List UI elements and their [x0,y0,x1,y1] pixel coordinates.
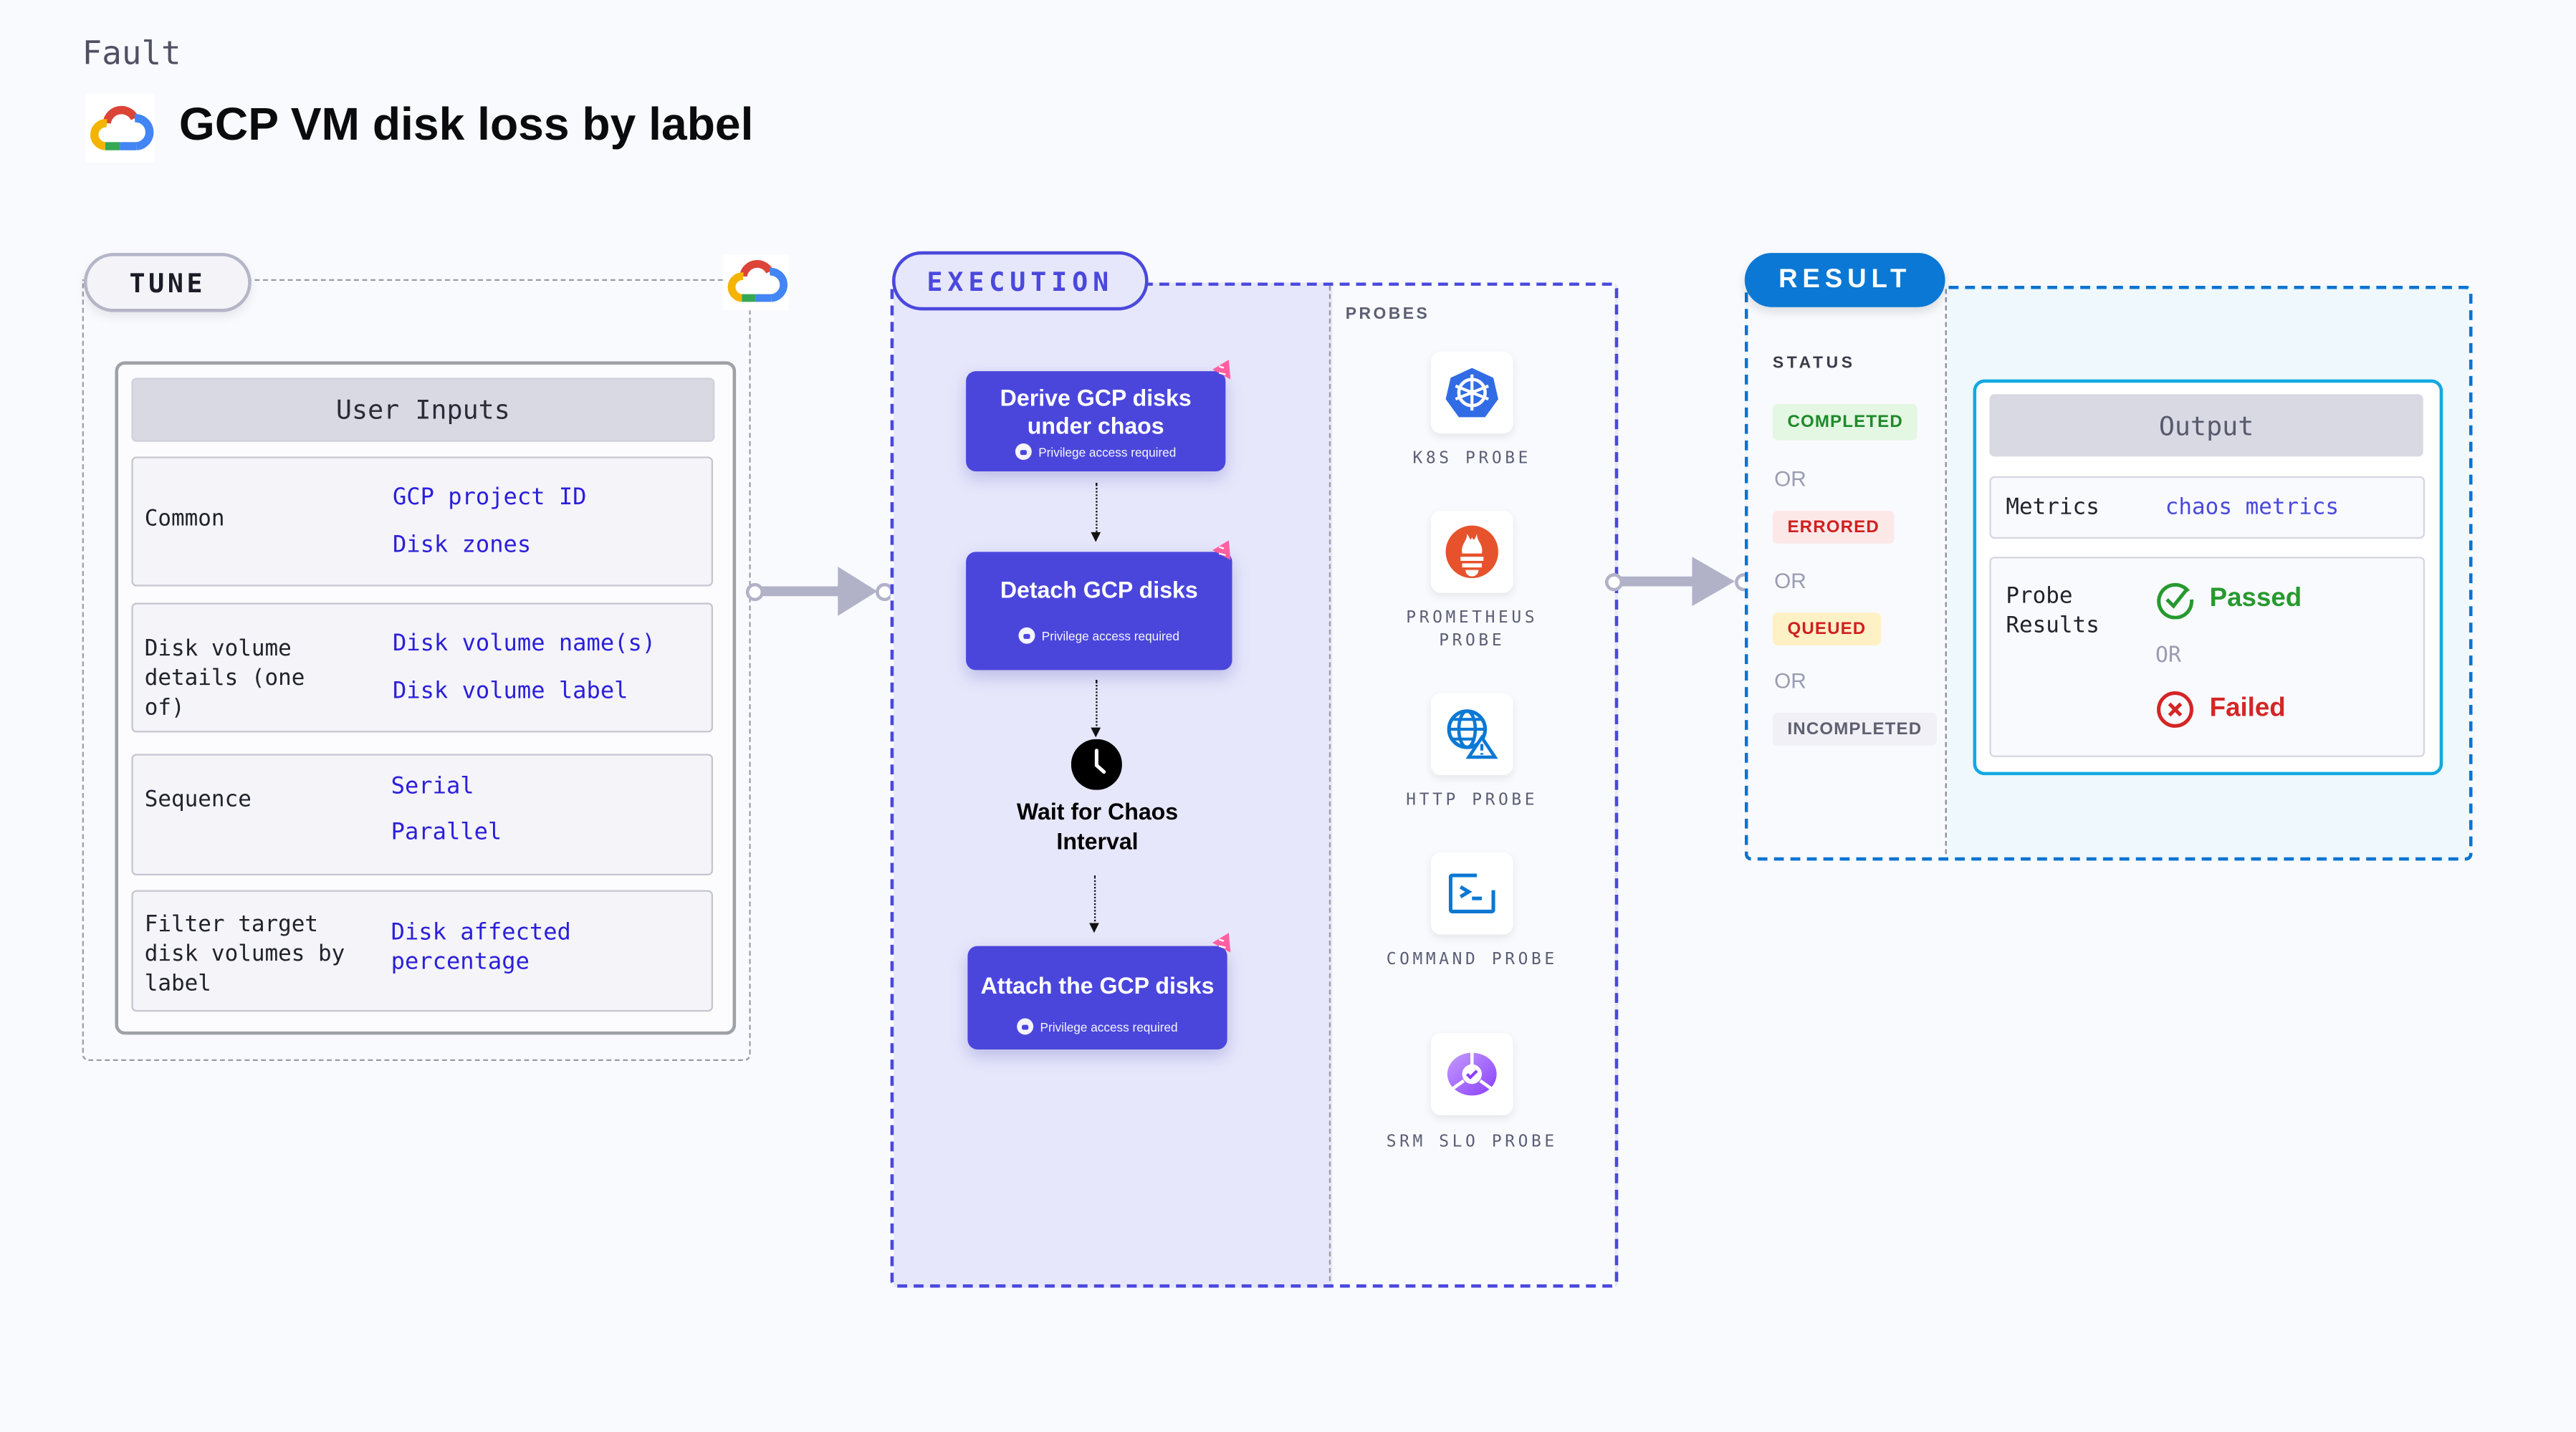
gcp-cloud-icon [722,254,789,311]
result-divider [1945,289,1947,855]
probes-divider [1328,285,1331,1282]
flow-dotted-line [1096,680,1098,729]
input-row-label: Disk volume details (one of) [144,635,305,721]
input-value[interactable]: Parallel [391,820,502,846]
tune-tab[interactable]: TUNE [83,253,252,312]
status-queued-badge: QUEUED [1772,612,1881,646]
probe-label: SRM SLO PROBE [1386,1133,1558,1152]
step-title: Detach GCP disks [1000,576,1198,603]
passed-label: Passed [2209,585,2302,613]
arrow-down-icon [1089,923,1099,933]
step-title: Attach the GCP disks [980,972,1215,999]
probe-label: COMMAND PROBE [1386,951,1558,969]
input-value[interactable]: Disk volume label [393,678,628,705]
k8s-probe-card[interactable] [1430,351,1513,434]
step-derive-disks[interactable]: Derive GCP disks under chaos Privilege a… [966,371,1226,472]
input-row-label: Common [144,506,225,532]
metrics-row: Metrics chaos metrics [1989,476,2426,539]
output-title: Output [1989,394,2423,457]
status-incompleted-badge: INCOMPLETED [1772,713,1937,746]
prometheus-probe-card[interactable] [1430,511,1513,593]
flow-connector [755,586,846,597]
terminal-icon [1448,873,1495,913]
or-label: OR [1774,568,1806,593]
metrics-label: Metrics [2006,494,2099,521]
arrow-right-icon [1692,557,1735,607]
prometheus-icon [1445,525,1498,579]
connector-node [1604,573,1624,592]
connector-node [745,582,765,602]
slo-icon [1447,1052,1497,1096]
page-title: GCP VM disk loss by label [178,98,754,150]
or-label: OR [1774,668,1806,693]
wait-chaos-interval-label: Wait for Chaos Interval [1016,798,1179,855]
step-detach-disks[interactable]: Detach GCP disks Privilege access requir… [966,552,1232,671]
flow-dotted-line [1093,875,1096,925]
flow-dotted-line [1096,483,1098,532]
status-completed-badge: COMPLETED [1772,404,1918,441]
lock-icon [1015,443,1033,460]
step-attach-disks[interactable]: Attach the GCP disks Privilege access re… [967,946,1227,1050]
input-row-common: Common GCP project ID Disk zones [131,456,714,587]
kubernetes-icon [1445,367,1498,418]
input-row-label: Sequence [144,787,252,813]
chaos-badge-icon [1212,540,1231,560]
status-errored-badge: ERRORED [1772,511,1895,544]
status-heading: STATUS [1772,355,1856,373]
input-value[interactable]: Disk volume name(s) [393,630,656,657]
input-row-filter: Filter target disk volumes by label Disk… [131,890,714,1012]
lock-icon [1018,627,1035,644]
category-label: Fault [82,32,181,72]
privilege-note: Privilege access required [966,627,1232,644]
input-row-label: Filter target disk volumes by label [144,911,345,997]
lock-icon [1017,1018,1034,1035]
probe-label: HTTP PROBE [1406,792,1538,810]
gcp-cloud-icon [85,93,155,163]
step-title: Derive GCP disks under chaos [1000,384,1192,439]
input-row-sequence: Sequence Serial Parallel [131,754,714,876]
failed-label: Failed [2209,694,2286,723]
clock-icon [1071,739,1122,790]
probe-label: PROMETHEUS PROBE [1406,609,1538,650]
privilege-note: Privilege access required [966,443,1225,460]
arrow-right-icon [838,566,878,616]
input-value[interactable]: Serial [391,774,474,800]
or-label: OR [2155,643,2181,669]
metrics-value[interactable]: chaos metrics [2165,494,2339,521]
arrow-down-icon [1091,532,1101,542]
input-value[interactable]: Disk affected percentage [391,918,605,978]
user-inputs-title: User Inputs [131,378,715,442]
chaos-badge-icon [1212,933,1231,953]
globe-warning-icon [1447,709,1498,759]
probes-heading: PROBES [1345,305,1430,324]
probe-label: K8S PROBE [1412,450,1532,468]
srm-slo-probe-card[interactable] [1430,1033,1513,1115]
probe-results-row: Probe Results Passed OR Failed [1989,557,2426,757]
flow-connector [1618,576,1700,587]
result-tab[interactable]: RESULT [1744,253,1945,307]
probe-results-label: Probe Results [2006,582,2099,639]
input-value[interactable]: Disk zones [393,532,531,559]
x-circle-icon [2157,691,2193,728]
http-probe-card[interactable] [1430,693,1513,776]
input-row-disk-volume: Disk volume details (one of) Disk volume… [131,602,714,733]
or-label: OR [1774,466,1806,491]
chaos-badge-icon [1212,360,1231,380]
arrow-down-icon [1091,727,1101,738]
check-circle-icon [2157,582,2194,620]
execution-tab[interactable]: EXECUTION [891,251,1149,311]
tune-panel-border [246,279,723,282]
privilege-note: Privilege access required [967,1018,1227,1035]
command-probe-card[interactable] [1430,852,1513,935]
input-value[interactable]: GCP project ID [393,484,587,511]
